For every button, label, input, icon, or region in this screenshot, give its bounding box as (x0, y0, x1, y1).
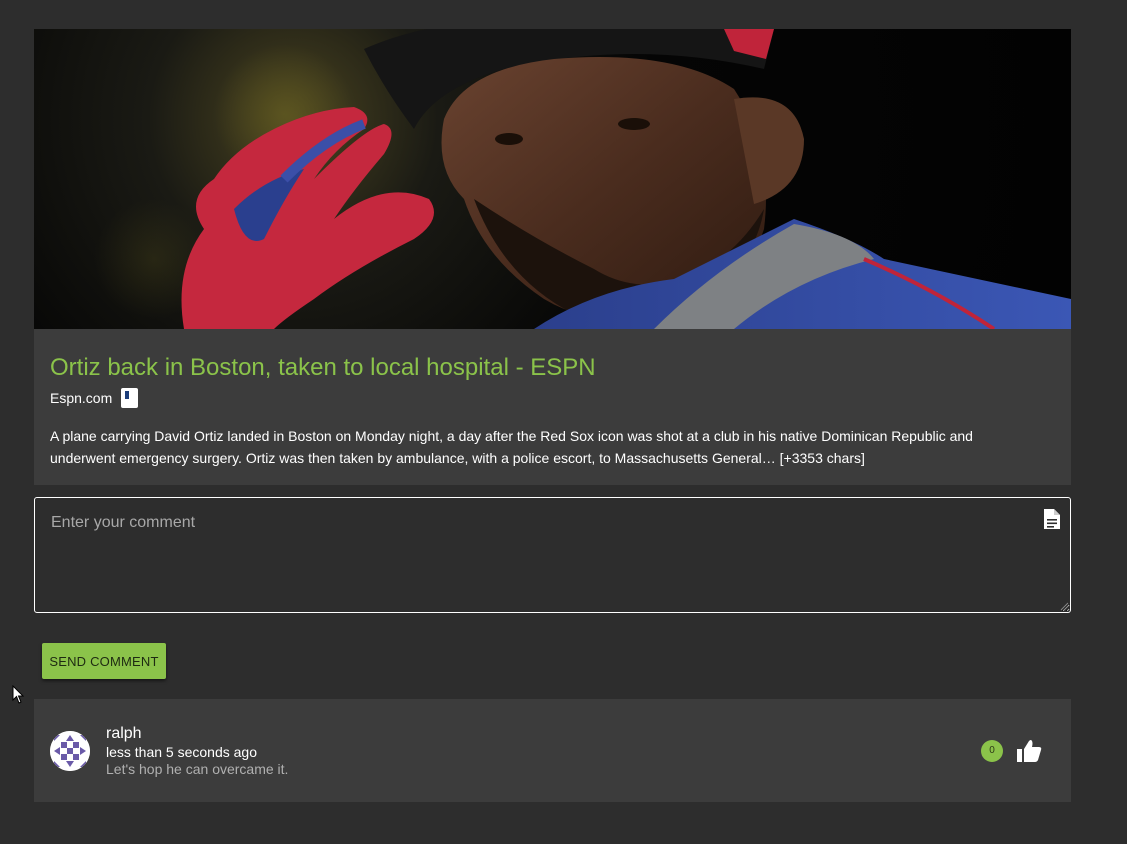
like-count-badge: 0 (981, 740, 1003, 762)
resize-grip-icon[interactable] (1059, 601, 1069, 611)
source-row: Espn.com (50, 387, 1055, 409)
comment-item: ralph less than 5 seconds ago Let's hop … (34, 699, 1071, 802)
mouse-cursor-icon (12, 685, 25, 704)
comment-username: ralph (106, 725, 142, 742)
article-title[interactable]: Ortiz back in Boston, taken to local hos… (50, 353, 1055, 383)
favicon-icon (121, 388, 139, 408)
article-card: Ortiz back in Boston, taken to local hos… (34, 29, 1071, 485)
article-description: A plane carrying David Ortiz landed in B… (50, 428, 973, 466)
comment-text: Let's hop he can overcame it. (106, 761, 289, 777)
article-body: Ortiz back in Boston, taken to local hos… (34, 329, 1071, 485)
document-icon (1044, 509, 1060, 529)
page: Ortiz back in Boston, taken to local hos… (0, 0, 1127, 844)
thumb-up-icon[interactable] (1016, 739, 1042, 763)
source-name[interactable]: Espn.com (50, 390, 112, 406)
article-image (34, 29, 1071, 329)
avatar (50, 731, 90, 771)
send-comment-button[interactable]: SEND COMMENT (42, 643, 166, 679)
comment-box (34, 497, 1071, 613)
comment-input[interactable] (35, 498, 1070, 612)
comment-timestamp: less than 5 seconds ago (106, 744, 257, 760)
